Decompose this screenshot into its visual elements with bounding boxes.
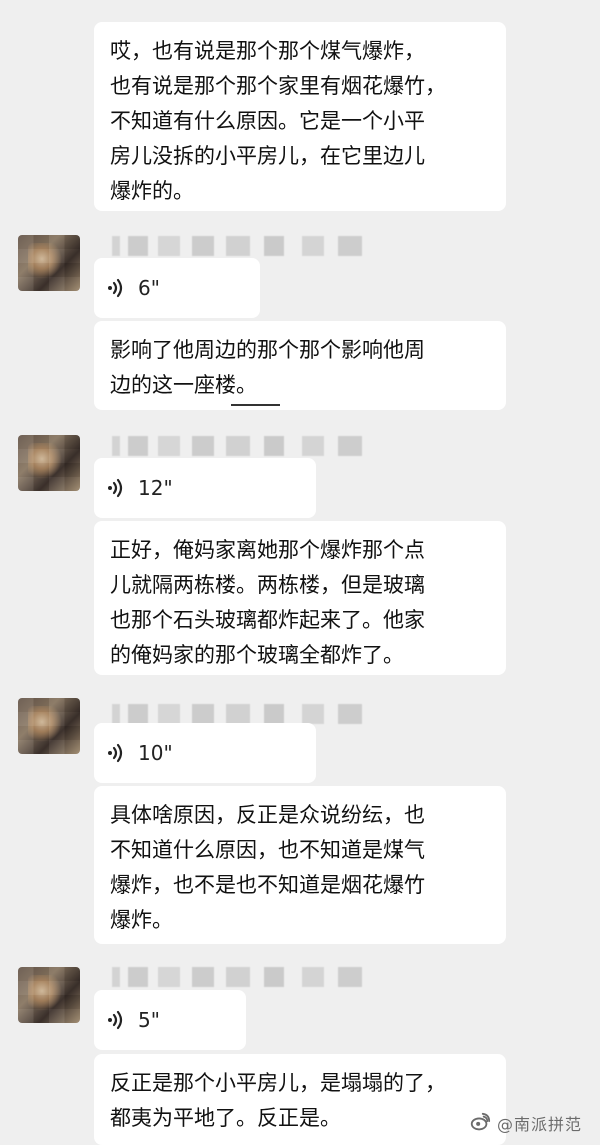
sender-name-blurred xyxy=(112,236,362,256)
avatar[interactable] xyxy=(18,235,80,291)
voice-message-4[interactable]: 5" xyxy=(94,990,246,1050)
voice-duration: 12" xyxy=(138,476,173,500)
voice-duration: 5" xyxy=(138,1008,160,1032)
voice-wave-icon xyxy=(108,1010,123,1030)
voice-wave-icon xyxy=(108,743,123,763)
sender-name-blurred xyxy=(112,967,362,987)
message-text-2: 影响了他周边的那个那个影响他周 边的这一座楼。 xyxy=(94,321,506,410)
text-underline-mark xyxy=(231,404,280,406)
voice-wave-icon xyxy=(108,478,123,498)
voice-message-1[interactable]: 6" xyxy=(94,258,260,318)
sender-name-blurred xyxy=(112,436,362,456)
weibo-watermark: @南派拼范 xyxy=(469,1111,582,1135)
voice-duration: 6" xyxy=(138,276,160,300)
avatar[interactable] xyxy=(18,967,80,1023)
message-text-4: 具体啥原因，反正是众说纷纭，也 不知道什么原因，也不知道是煤气 爆炸，也不是也不… xyxy=(94,786,506,944)
voice-wave-icon xyxy=(108,278,123,298)
message-text-1: 哎，也有说是那个那个煤气爆炸， 也有说是那个那个家里有烟花爆竹， 不知道有什么原… xyxy=(94,22,506,211)
voice-duration: 10" xyxy=(138,741,173,765)
voice-message-3[interactable]: 10" xyxy=(94,723,316,783)
avatar[interactable] xyxy=(18,435,80,491)
voice-message-2[interactable]: 12" xyxy=(94,458,316,518)
watermark-text: @南派拼范 xyxy=(496,1115,582,1134)
sender-name-blurred xyxy=(112,704,362,724)
message-text-5: 反正是那个小平房儿，是塌塌的了， 都夷为平地了。反正是。 xyxy=(94,1054,506,1145)
weibo-icon xyxy=(470,1112,491,1131)
message-text-3: 正好，俺妈家离她那个爆炸那个点 儿就隔两栋楼。两栋楼，但是玻璃 也那个石头玻璃都… xyxy=(94,521,506,675)
avatar[interactable] xyxy=(18,698,80,754)
